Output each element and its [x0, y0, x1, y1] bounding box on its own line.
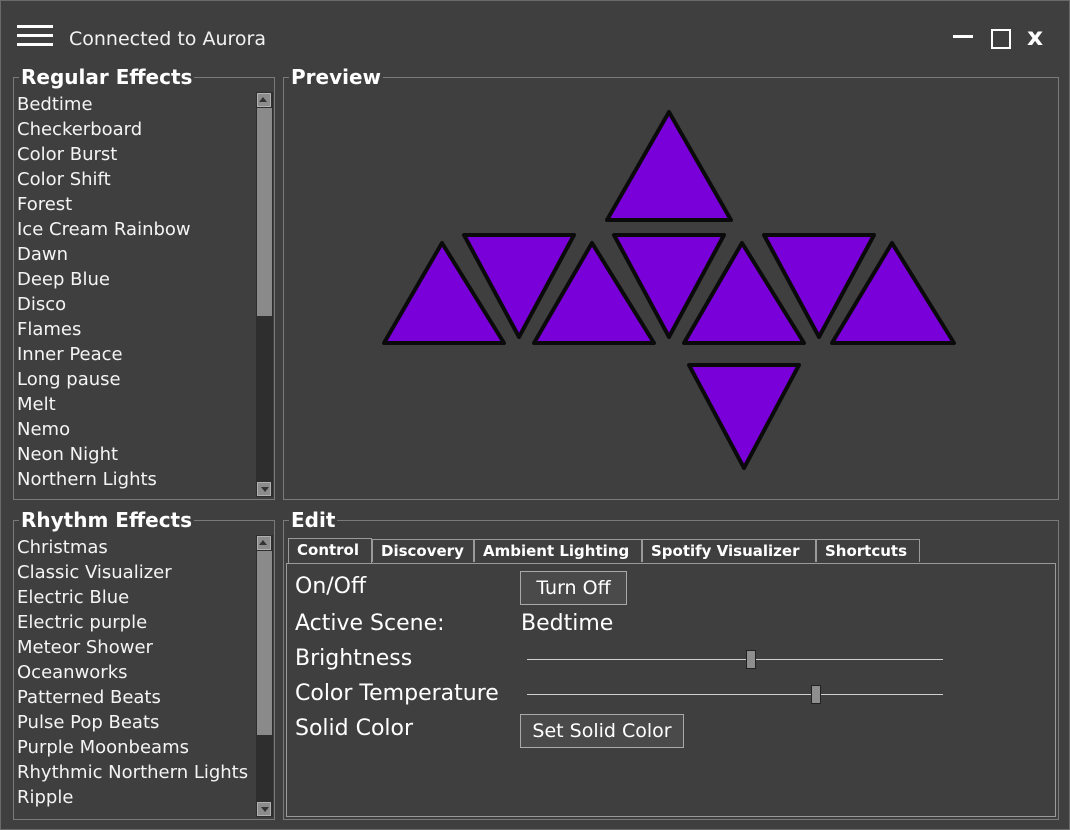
scrollbar-thumb[interactable] [257, 108, 272, 316]
tab-discovery[interactable]: Discovery [372, 539, 474, 562]
slider-track [527, 659, 943, 660]
turn-off-button[interactable]: Turn Off [520, 571, 627, 605]
set-solid-color-button[interactable]: Set Solid Color [520, 714, 684, 748]
regular-effects-title: Regular Effects [19, 65, 195, 89]
list-item[interactable]: Neon Night [17, 442, 254, 467]
rhythm-effects-group: Rhythm Effects Christmas Classic Visualiz… [13, 508, 275, 820]
list-item[interactable]: Christmas [17, 535, 254, 560]
scroll-down-icon[interactable] [257, 482, 271, 496]
panel-layout-preview[interactable] [284, 78, 1058, 499]
list-item[interactable]: Pulse Pop Beats [17, 710, 254, 735]
list-item[interactable]: Rhythmic Northern Lights [17, 760, 254, 785]
light-panel[interactable] [605, 110, 733, 222]
list-item[interactable]: Classic Visualizer [17, 560, 254, 585]
scroll-up-icon[interactable] [257, 536, 271, 550]
hamburger-menu-icon[interactable] [17, 25, 53, 47]
list-item[interactable]: Color Burst [17, 142, 254, 167]
regular-effects-group: Regular Effects Bedtime Checkerboard Color… [13, 65, 275, 500]
list-item[interactable]: Flames [17, 317, 254, 342]
list-item[interactable]: Bedtime [17, 92, 254, 117]
list-item[interactable]: Oceanworks [17, 660, 254, 685]
list-item[interactable]: Color Shift [17, 167, 254, 192]
list-item[interactable]: Forest [17, 192, 254, 217]
app-window: Connected to Aurora x Regular Effects Be… [0, 0, 1070, 830]
minimize-icon[interactable] [953, 23, 975, 51]
tab-spotify-visualizer[interactable]: Spotify Visualizer [642, 539, 816, 562]
list-item[interactable]: Electric purple [17, 610, 254, 635]
list-item[interactable]: Electric Blue [17, 585, 254, 610]
list-item[interactable]: Nemo [17, 417, 254, 442]
slider-track [527, 694, 943, 695]
scrollbar-thumb[interactable] [257, 551, 272, 735]
scroll-down-icon[interactable] [257, 802, 271, 816]
list-item[interactable]: Dawn [17, 242, 254, 267]
tab-ambient-lighting[interactable]: Ambient Lighting [474, 539, 642, 562]
active-scene-label: Active Scene: [295, 611, 445, 636]
rhythm-effects-list[interactable]: Christmas Classic Visualizer Electric Blue… [17, 535, 254, 817]
maximize-icon[interactable] [991, 23, 1011, 51]
color-temperature-slider[interactable] [527, 685, 943, 705]
scroll-up-icon[interactable] [257, 93, 271, 107]
window-title: Connected to Aurora [69, 28, 266, 50]
list-item[interactable]: Purple Moonbeams [17, 735, 254, 760]
list-item[interactable]: Ice Cream Rainbow [17, 217, 254, 242]
list-item[interactable]: Long pause [17, 367, 254, 392]
rhythm-effects-title: Rhythm Effects [19, 508, 195, 532]
list-item[interactable]: Patterned Beats [17, 685, 254, 710]
list-item[interactable]: Melt [17, 392, 254, 417]
list-item[interactable]: Meteor Shower [17, 635, 254, 660]
tab-shortcuts[interactable]: Shortcuts [816, 539, 920, 562]
edit-title: Edit [289, 508, 338, 532]
slider-thumb[interactable] [746, 650, 756, 669]
preview-group: Preview [283, 65, 1059, 500]
slider-thumb[interactable] [811, 685, 821, 704]
regular-effects-list[interactable]: Bedtime Checkerboard Color Burst Color Shif… [17, 92, 254, 497]
close-icon[interactable]: x [1027, 23, 1049, 51]
edit-group: Edit Control Discovery Ambient Lighting … [283, 508, 1059, 820]
list-item[interactable]: Ripple [17, 785, 254, 810]
regular-effects-scrollbar[interactable] [256, 92, 273, 497]
rhythm-effects-scrollbar[interactable] [256, 535, 273, 817]
list-item[interactable]: Checkerboard [17, 117, 254, 142]
light-panel[interactable] [687, 363, 801, 470]
brightness-slider[interactable] [527, 650, 943, 670]
control-tab-panel: On/Off Turn Off Active Scene: Bedtime Br… [286, 563, 1056, 817]
list-item[interactable]: Northern Lights [17, 467, 254, 492]
list-item[interactable]: Disco [17, 292, 254, 317]
color-temperature-label: Color Temperature [295, 681, 499, 706]
tab-control[interactable]: Control [288, 538, 372, 563]
list-item[interactable]: Deep Blue [17, 267, 254, 292]
solid-color-label: Solid Color [295, 716, 414, 741]
list-item[interactable]: Inner Peace [17, 342, 254, 367]
brightness-label: Brightness [295, 646, 413, 671]
on-off-label: On/Off [295, 574, 367, 599]
active-scene-value: Bedtime [521, 611, 614, 636]
